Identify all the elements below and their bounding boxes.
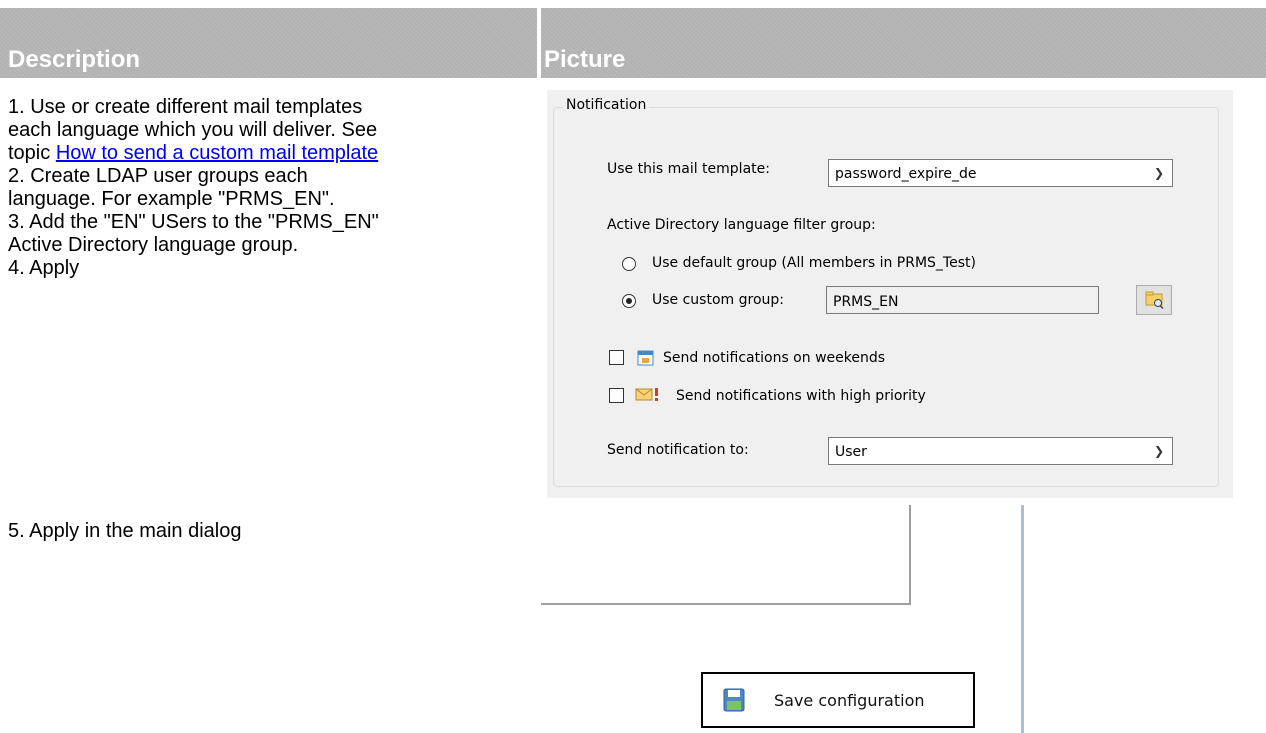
high-priority-checkbox[interactable]	[609, 388, 624, 403]
weekend-label: Send notifications on weekends	[663, 350, 886, 366]
main-dialog-fragment: Save configuration	[541, 505, 1036, 733]
calendar-icon	[637, 350, 654, 366]
mail-template-value: password_expire_de	[835, 166, 977, 182]
step-4: 4. Apply	[8, 257, 80, 279]
picture-header: Picture	[541, 8, 1266, 78]
custom-group-input[interactable]: PRMS_EN	[826, 286, 1099, 314]
step-2-line-1: 2. Create LDAP user groups each	[8, 165, 308, 187]
step-1-line-3: topic How to send a custom mail template	[8, 142, 528, 165]
browse-group-button[interactable]	[1136, 285, 1172, 315]
panel-border-horizontal	[541, 603, 911, 605]
mail-priority-icon	[635, 388, 658, 401]
weekend-checkbox[interactable]	[609, 350, 624, 365]
send-to-select[interactable]: User ❯	[828, 437, 1173, 465]
step-3-line-1: 3. Add the "EN" USers to the "PRMS_EN"	[8, 211, 379, 233]
high-priority-label: Send notifications with high priority	[676, 388, 926, 404]
step-1-line-1: 1. Use or create different mail template…	[8, 96, 363, 118]
notification-dialog: Notification Use this mail template: pas…	[547, 90, 1233, 498]
filter-group-label: Active Directory language filter group:	[607, 217, 876, 233]
step-3-line-2: Active Directory language group.	[8, 234, 299, 256]
step-1-prefix: topic	[8, 142, 56, 164]
panel-border-vertical	[909, 505, 911, 605]
mail-template-label: Use this mail template:	[607, 161, 770, 177]
radio-custom-group[interactable]	[622, 294, 636, 308]
description-header-label: Description	[8, 46, 141, 73]
description-header: Description	[0, 8, 537, 78]
save-configuration-label: Save configuration	[774, 691, 925, 710]
custom-group-value: PRMS_EN	[833, 294, 899, 310]
picture-header-label: Picture	[544, 46, 626, 73]
save-configuration-button[interactable]: Save configuration	[701, 672, 975, 728]
notification-groupbox-title: Notification	[563, 97, 650, 113]
steps-list: 1. Use or create different mail template…	[8, 96, 528, 280]
chevron-down-icon: ❯	[1153, 444, 1164, 458]
chevron-down-icon: ❯	[1153, 166, 1164, 180]
window-edge	[1021, 505, 1024, 733]
floppy-disk-icon	[723, 688, 745, 712]
send-to-label: Send notification to:	[607, 442, 749, 458]
radio-default-group[interactable]	[622, 257, 636, 271]
mail-template-select[interactable]: password_expire_de ❯	[828, 159, 1173, 187]
folder-search-icon	[1145, 291, 1164, 310]
step-2-line-2: language. For example "PRMS_EN".	[8, 188, 335, 210]
custom-mail-template-link[interactable]: How to send a custom mail template	[56, 142, 378, 164]
radio-default-group-label: Use default group (All members in PRMS_T…	[652, 255, 976, 271]
send-to-value: User	[835, 444, 867, 460]
step-1-line-2: each language which you will deliver. Se…	[8, 119, 378, 141]
step-5: 5. Apply in the main dialog	[8, 520, 242, 542]
radio-custom-group-label: Use custom group:	[652, 292, 784, 308]
